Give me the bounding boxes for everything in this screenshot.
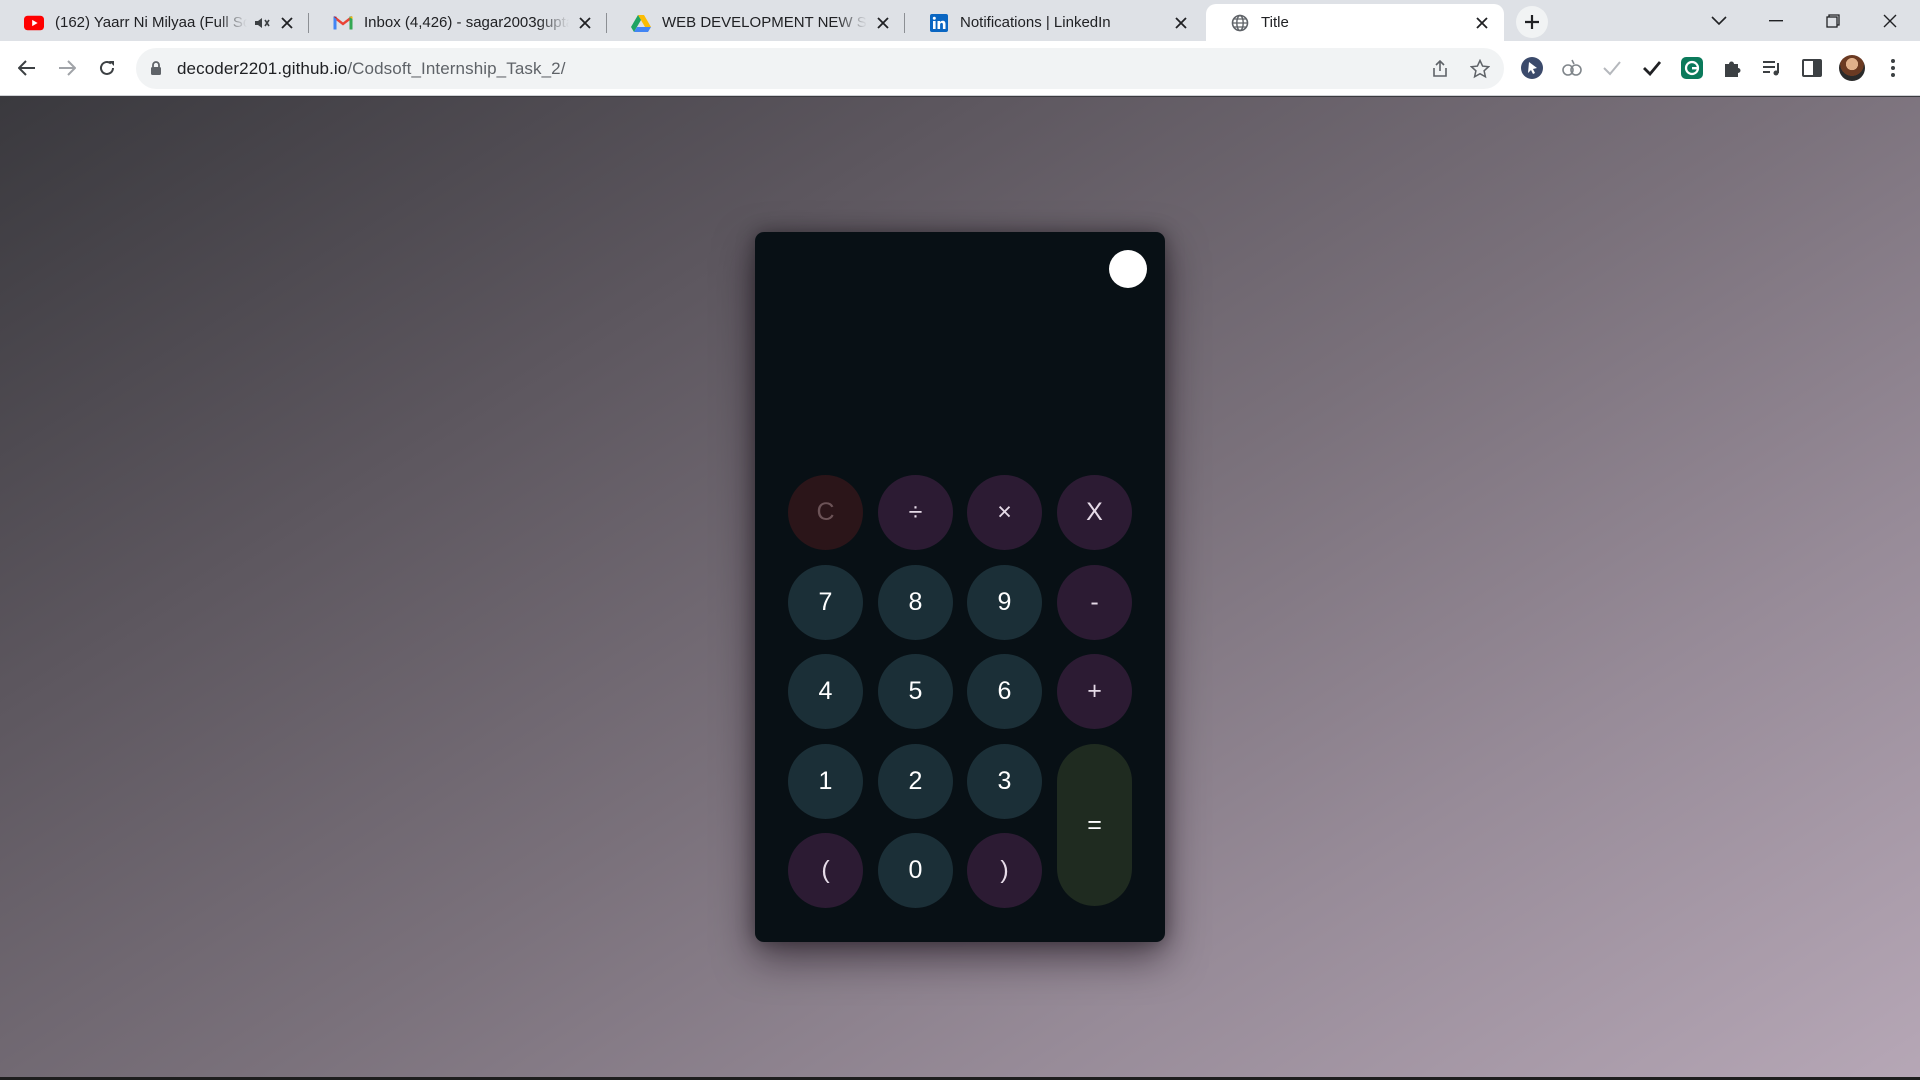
cursor-extension-icon[interactable] [1518, 54, 1546, 82]
address-bar[interactable]: decoder2201.github.io/Codsoft_Internship… [136, 48, 1504, 89]
lock-icon[interactable] [150, 60, 162, 81]
speaker-muted-icon[interactable] [253, 13, 271, 33]
equals-button[interactable]: = [1057, 744, 1132, 906]
page-background: C ÷ × X 7 8 9 - 4 5 6 + 1 2 3 = ( 0 ) [0, 97, 1920, 1080]
url-host: decoder2201.github.io [177, 59, 348, 78]
plus-icon [1525, 15, 1539, 29]
minimize-icon [1769, 19, 1783, 21]
digit-3-button[interactable]: 3 [967, 744, 1042, 819]
url-text[interactable]: decoder2201.github.io/Codsoft_Internship… [177, 59, 566, 79]
tab-title: (162) Yaarr Ni Milyaa (Full So [55, 14, 247, 31]
restore-icon [1826, 13, 1840, 28]
digit-8-button[interactable]: 8 [878, 565, 953, 640]
checkmark-bold-icon[interactable] [1638, 54, 1666, 82]
tab-search-button[interactable] [1691, 0, 1747, 41]
gmail-icon [333, 13, 353, 33]
backspace-button[interactable]: X [1057, 475, 1132, 550]
theme-toggle-button[interactable] [1109, 250, 1147, 288]
clear-button[interactable]: C [788, 475, 863, 550]
digit-0-button[interactable]: 0 [878, 833, 953, 908]
open-paren-button[interactable]: ( [788, 833, 863, 908]
chevron-down-icon [1711, 15, 1727, 25]
tab-youtube[interactable]: (162) Yaarr Ni Milyaa (Full So [0, 4, 309, 41]
linkedin-icon [929, 13, 949, 33]
extensions-puzzle-icon[interactable] [1718, 54, 1746, 82]
media-queue-icon[interactable] [1758, 54, 1786, 82]
close-tab-icon[interactable] [575, 13, 595, 33]
url-path: /Codsoft_Internship_Task_2/ [347, 59, 566, 78]
reload-icon [100, 60, 114, 75]
tab-active-title[interactable]: Title [1206, 4, 1504, 41]
kebab-menu-icon [1891, 59, 1895, 77]
calculator-display [785, 312, 1135, 402]
link-extension-icon[interactable] [1558, 54, 1586, 82]
arrow-right-icon [59, 60, 76, 76]
checkmark-light-icon[interactable] [1598, 54, 1626, 82]
close-tab-icon[interactable] [1171, 13, 1191, 33]
grammarly-extension-icon[interactable] [1678, 54, 1706, 82]
minus-button[interactable]: - [1057, 565, 1132, 640]
browser-menu-button[interactable] [1879, 54, 1907, 82]
multiply-button[interactable]: × [967, 475, 1042, 550]
close-tab-icon[interactable] [1472, 13, 1492, 33]
share-icon[interactable] [1428, 57, 1452, 81]
bookmark-star-icon[interactable] [1468, 57, 1492, 81]
globe-icon [1230, 13, 1250, 33]
digit-6-button[interactable]: 6 [967, 654, 1042, 729]
tab-title: Notifications | LinkedIn [960, 14, 1111, 31]
tab-gmail[interactable]: Inbox (4,426) - sagar2003gupta@ [309, 4, 607, 41]
tab-drive-pdf[interactable]: WEB DEVELOPMENT NEW SET.pdf [607, 4, 905, 41]
reload-button[interactable] [91, 52, 123, 84]
new-tab-button[interactable] [1516, 6, 1548, 38]
digit-7-button[interactable]: 7 [788, 565, 863, 640]
tab-strip: (162) Yaarr Ni Milyaa (Full So Inbox (4,… [0, 0, 1920, 41]
calculator: C ÷ × X 7 8 9 - 4 5 6 + 1 2 3 = ( 0 ) [755, 232, 1165, 942]
restore-button[interactable] [1805, 0, 1861, 41]
google-drive-icon [631, 13, 651, 33]
forward-button[interactable] [51, 52, 83, 84]
tab-title: Inbox (4,426) - sagar2003gupta@ [364, 14, 569, 31]
divide-button[interactable]: ÷ [878, 475, 953, 550]
arrow-left-icon [18, 60, 35, 76]
tab-title: WEB DEVELOPMENT NEW SET.pdf [662, 14, 867, 31]
digit-5-button[interactable]: 5 [878, 654, 953, 729]
tab-title: Title [1261, 14, 1289, 31]
digit-4-button[interactable]: 4 [788, 654, 863, 729]
close-tab-icon[interactable] [277, 13, 297, 33]
close-tab-icon[interactable] [873, 13, 893, 33]
back-button[interactable] [11, 52, 43, 84]
youtube-icon [24, 13, 44, 33]
tab-linkedin[interactable]: Notifications | LinkedIn [905, 4, 1203, 41]
digit-9-button[interactable]: 9 [967, 565, 1042, 640]
close-window-button[interactable] [1862, 0, 1918, 41]
browser-toolbar: decoder2201.github.io/Codsoft_Internship… [0, 41, 1920, 96]
close-icon [1883, 14, 1897, 27]
side-panel-icon[interactable] [1798, 54, 1826, 82]
digit-2-button[interactable]: 2 [878, 744, 953, 819]
plus-button[interactable]: + [1057, 654, 1132, 729]
digit-1-button[interactable]: 1 [788, 744, 863, 819]
minimize-button[interactable] [1748, 0, 1804, 41]
profile-avatar[interactable] [1839, 55, 1865, 81]
close-paren-button[interactable]: ) [967, 833, 1042, 908]
